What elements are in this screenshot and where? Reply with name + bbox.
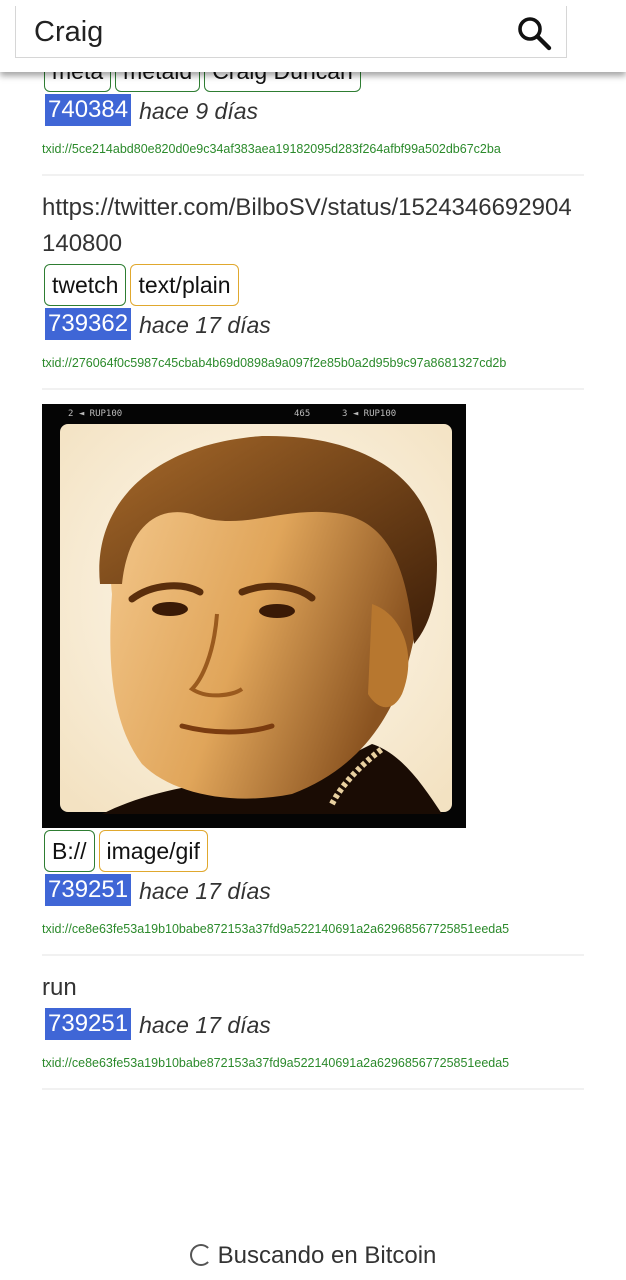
time-ago: hace 17 días	[139, 312, 271, 338]
search-input[interactable]	[34, 6, 494, 58]
post-text: https://twitter.com/BilboSV/status/15243…	[42, 194, 572, 257]
tag-list: B://image/gif	[44, 830, 584, 872]
time-ago: hace 17 días	[139, 878, 271, 904]
tag-list: twetch text/plain	[44, 264, 584, 306]
time-ago: hace 17 días	[139, 1012, 271, 1038]
tag[interactable]: twetch	[44, 264, 127, 306]
film-frame-text: 465	[294, 409, 310, 419]
spinner-icon	[189, 1244, 212, 1266]
block-height-badge[interactable]: 740384	[45, 94, 132, 126]
search-icon[interactable]	[516, 15, 552, 51]
txid-link[interactable]: txid://276064f0c5987c45cbab4b69d0898a9a0…	[42, 356, 584, 370]
mime-tag[interactable]: text/plain	[130, 264, 239, 306]
tag[interactable]: B://	[44, 830, 95, 872]
block-height-badge[interactable]: 739251	[45, 1008, 132, 1040]
list-item[interactable]: https://twitter.com/BilboSV/status/15243…	[42, 190, 584, 390]
txid-link[interactable]: txid://5ce214abd80e820d0e9c34af383aea191…	[42, 142, 584, 156]
time-ago: hace 9 días	[139, 98, 259, 124]
block-height-badge[interactable]: 739362	[45, 308, 132, 340]
loading-status: Buscando en Bitcoin	[0, 1242, 626, 1270]
loading-text: Buscando en Bitcoin	[217, 1242, 437, 1269]
film-frame-text: 2 ◄ RUP100	[68, 409, 122, 419]
list-item[interactable]: run 739251 hace 17 días txid://ce8e63fe53…	[42, 970, 584, 1090]
list-item[interactable]: 2 ◄ RUP100 465 3 ◄ RUP100 B://image/gif …	[42, 404, 584, 956]
results-feed: metametaidCraig Duncan 740384hace 9 días…	[42, 48, 584, 1104]
film-frame-text: 3 ◄ RUP100	[342, 409, 396, 419]
post-text: run	[42, 974, 77, 1001]
block-height-badge[interactable]: 739251	[45, 874, 132, 906]
search-box	[15, 6, 567, 58]
search-bar	[0, 0, 626, 72]
txid-link[interactable]: txid://ce8e63fe53a19b10babe872153a37fd9a…	[42, 1056, 584, 1070]
txid-link[interactable]: txid://ce8e63fe53a19b10babe872153a37fd9a…	[42, 922, 584, 936]
mime-tag[interactable]: image/gif	[98, 830, 208, 872]
portrait-image[interactable]: 2 ◄ RUP100 465 3 ◄ RUP100	[42, 404, 466, 828]
